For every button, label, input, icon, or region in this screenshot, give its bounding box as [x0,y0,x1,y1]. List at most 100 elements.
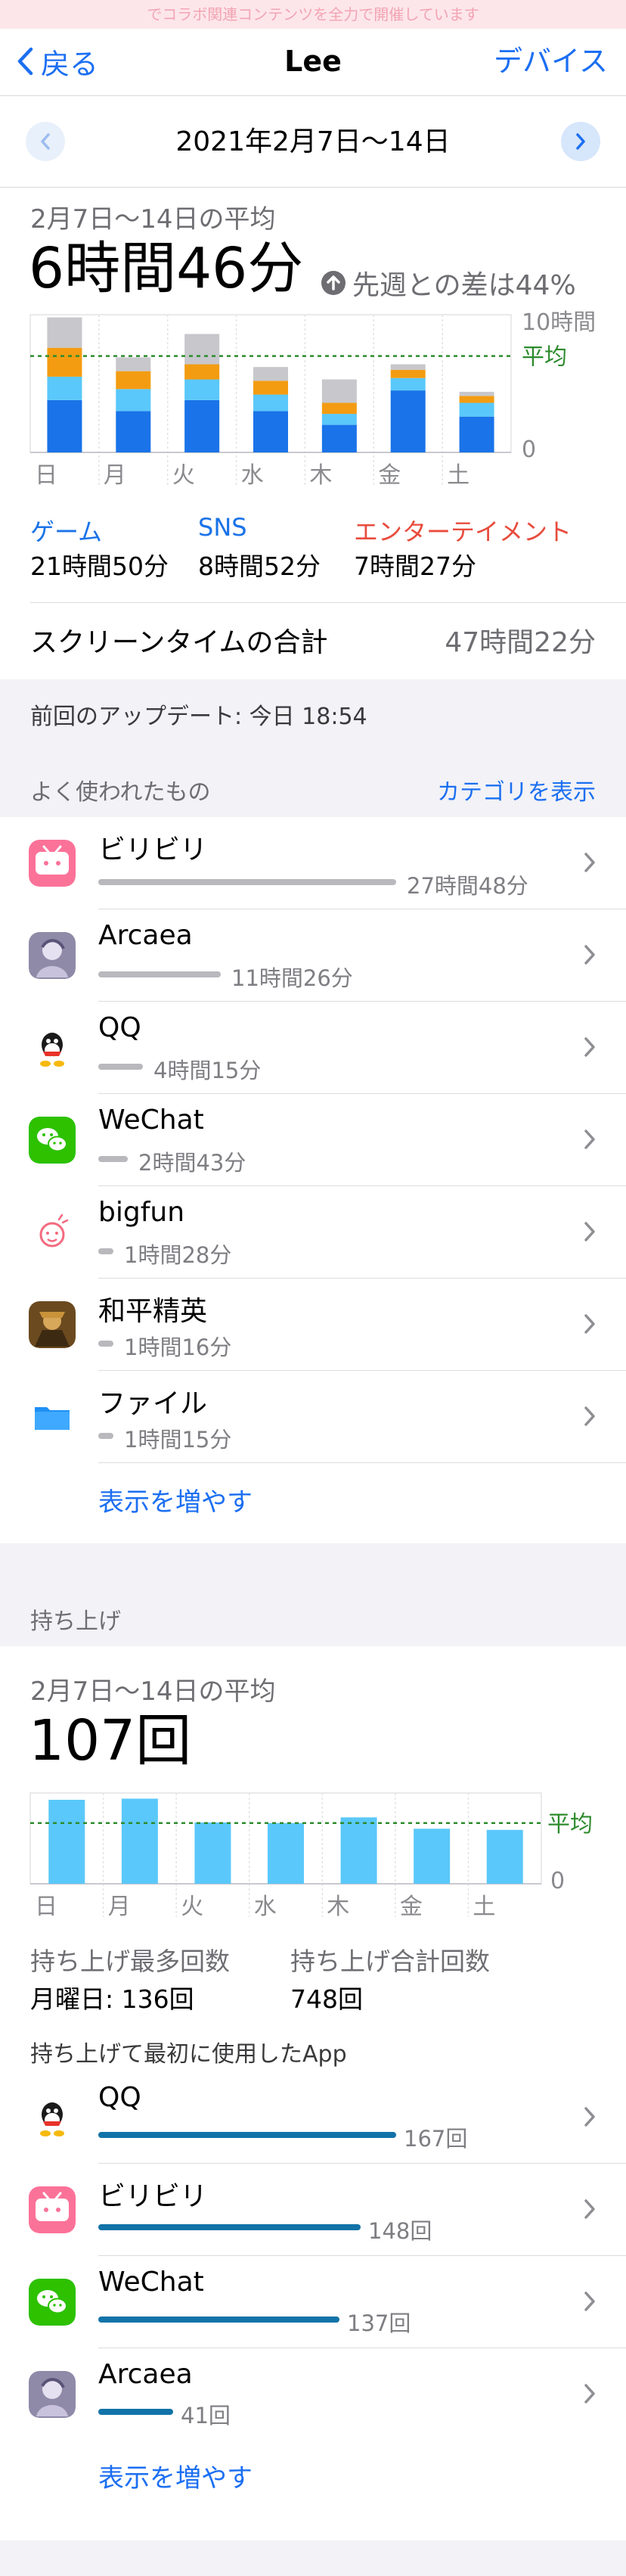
app-usage-row[interactable]: 和平精英 1時間16分 [0,1279,626,1371]
qq-icon [29,1024,76,1071]
app-usage-row[interactable]: bigfun 1時間28分 [0,1186,626,1279]
row-chevron [584,1221,596,1245]
total-pickups-value: 748回 [290,1984,363,2014]
chart-day-label: 日 [35,462,57,489]
legend-sns-value: 8時間52分 [198,552,321,581]
arcaea-icon [29,932,76,979]
row-chevron [584,1036,596,1061]
chevron-right-icon [584,1314,595,1334]
category-legend: ゲーム 21時間50分 SNS 8時間52分 エンターテイメント 7時間27分 [30,513,605,581]
pickups-card: 2月7日〜14日の平均 107回 日 月 火 水 木 金 土 平均 0 持ち上げ最多回数 月曜日… [0,1646,626,2130]
y-zero-label: 0 [550,1868,565,1894]
app-usage-time: 4時間15分 [153,1058,262,1083]
app-name: WeChat [98,2267,204,2298]
chart-bar-segment [459,391,494,396]
pickup-bar [194,1822,231,1884]
legend-game-value: 21時間50分 [30,552,169,581]
chart-bar-segment [116,389,151,412]
next-week-button[interactable] [561,122,600,161]
chart-bar-segment [184,334,220,365]
app-usage-row[interactable]: Arcaea 11時間26分 [0,909,626,1002]
app-usage-time: 1時間28分 [124,1242,232,1268]
app-name: bigfun [98,1197,185,1228]
chart-bar-segment [253,394,288,412]
first-used-app-row[interactable]: Arcaea 41回 [0,2348,626,2441]
pickup-bar [121,1798,158,1884]
notification-banner[interactable]: でコラボ関連コンテンツを全力で開催しています [0,0,626,29]
first-used-list: QQ 167回 ビリビリ 148回 WeChat 137回 Arcaea 41回… [0,2071,626,2540]
legend-entertainment-name: エンターテイメント [354,517,572,546]
row-chevron [584,1406,596,1430]
show-categories-link[interactable]: カテゴリを表示 [437,773,596,806]
pickup-bar [98,2132,396,2138]
app-usage-row[interactable]: ビリビリ 27時間48分 [0,817,626,909]
chart-day-label: 金 [378,462,401,489]
first-used-app-row[interactable]: WeChat 137回 [0,2256,626,2348]
chevron-right-icon [576,133,585,150]
chart-bar-segment [390,378,426,391]
chart-bar-segment [116,411,151,452]
pickup-count: 148回 [368,2218,432,2244]
pickup-bar [340,1817,377,1884]
total-pickups-label: 持ち上げ合計回数 [290,1947,490,1976]
app-usage-time: 1時間16分 [124,1335,232,1360]
pickup-count: 167回 [404,2126,468,2152]
usage-bar [98,1433,113,1439]
pickup-bar [98,2317,339,2323]
average-label: 平均 [547,1811,593,1838]
chart-bar-segment [116,371,151,390]
app-name: WeChat [98,1105,204,1136]
usage-bar [98,1341,113,1347]
pickup-bar [268,1822,304,1884]
chevron-right-icon [584,1222,595,1241]
chevron-right-icon [584,945,595,965]
legend-entertainment-value: 7時間27分 [354,552,476,581]
pickups-average-period: 2月7日〜14日の平均 [30,1676,276,1707]
chart-day-label: 木 [327,1894,349,1920]
app-name: ビリビリ [98,2181,208,2212]
devices-button[interactable]: デバイス [494,42,608,80]
app-name: QQ [98,1012,141,1043]
legend-game-name: ゲーム [30,517,103,546]
show-more-pickup-apps-link[interactable]: 表示を増やす [98,2457,253,2494]
chevron-right-icon [584,853,595,872]
arcaea-icon [29,2371,76,2418]
chart-bar-segment [47,347,82,377]
total-screen-time-value: 47時間22分 [445,627,596,658]
chart-day-label: 火 [172,462,195,489]
chart-bar-segment [47,317,82,348]
bigfun-icon [29,1209,76,1256]
app-usage-row[interactable]: QQ 4時間15分 [0,1002,626,1094]
average-screen-time: 6時間46分 [29,236,304,301]
average-label: 平均 [522,344,567,371]
app-usage-row[interactable]: WeChat 2時間43分 [0,1094,626,1186]
chart-bar-segment [184,399,220,452]
first-used-app-row[interactable]: QQ 167回 [0,2071,626,2164]
pickup-bar [98,2224,361,2230]
y-max-label: 10時間 [522,309,596,336]
chart-day-label: 金 [400,1894,423,1920]
pickup-bar [486,1829,523,1884]
chart-bar-segment [459,396,494,403]
first-used-app-row[interactable]: ビリビリ 148回 [0,2164,626,2256]
chart-bar-segment [253,411,288,452]
last-update-label: 前回のアップデート: 今日 18:54 [30,704,367,730]
week-selector: 2021年2月7日〜14日 [0,95,626,188]
chart-bar-segment [321,424,357,452]
show-more-apps-link[interactable]: 表示を増やす [98,1481,253,1518]
wechat-icon [29,1117,76,1164]
most-used-header: よく使われたもの [30,779,211,806]
navigation-bar: 戻る Lee デバイス [0,29,626,95]
app-usage-row[interactable]: ファイル 1時間15分 [0,1371,626,1463]
chart-bar-segment [116,357,151,371]
chart-bar-segment [321,414,357,425]
bilibili-icon [29,2186,76,2233]
row-chevron [584,1129,596,1153]
pickup-bar [48,1800,85,1884]
chart-day-label: 土 [473,1894,495,1920]
usage-bar [98,879,396,885]
pickup-count: 41回 [181,2403,231,2428]
chart-day-label: 火 [181,1894,203,1920]
most-used-list: ビリビリ 27時間48分 Arcaea 11時間26分 QQ 4時間15分 We… [0,817,626,1543]
files-icon [29,1394,76,1440]
